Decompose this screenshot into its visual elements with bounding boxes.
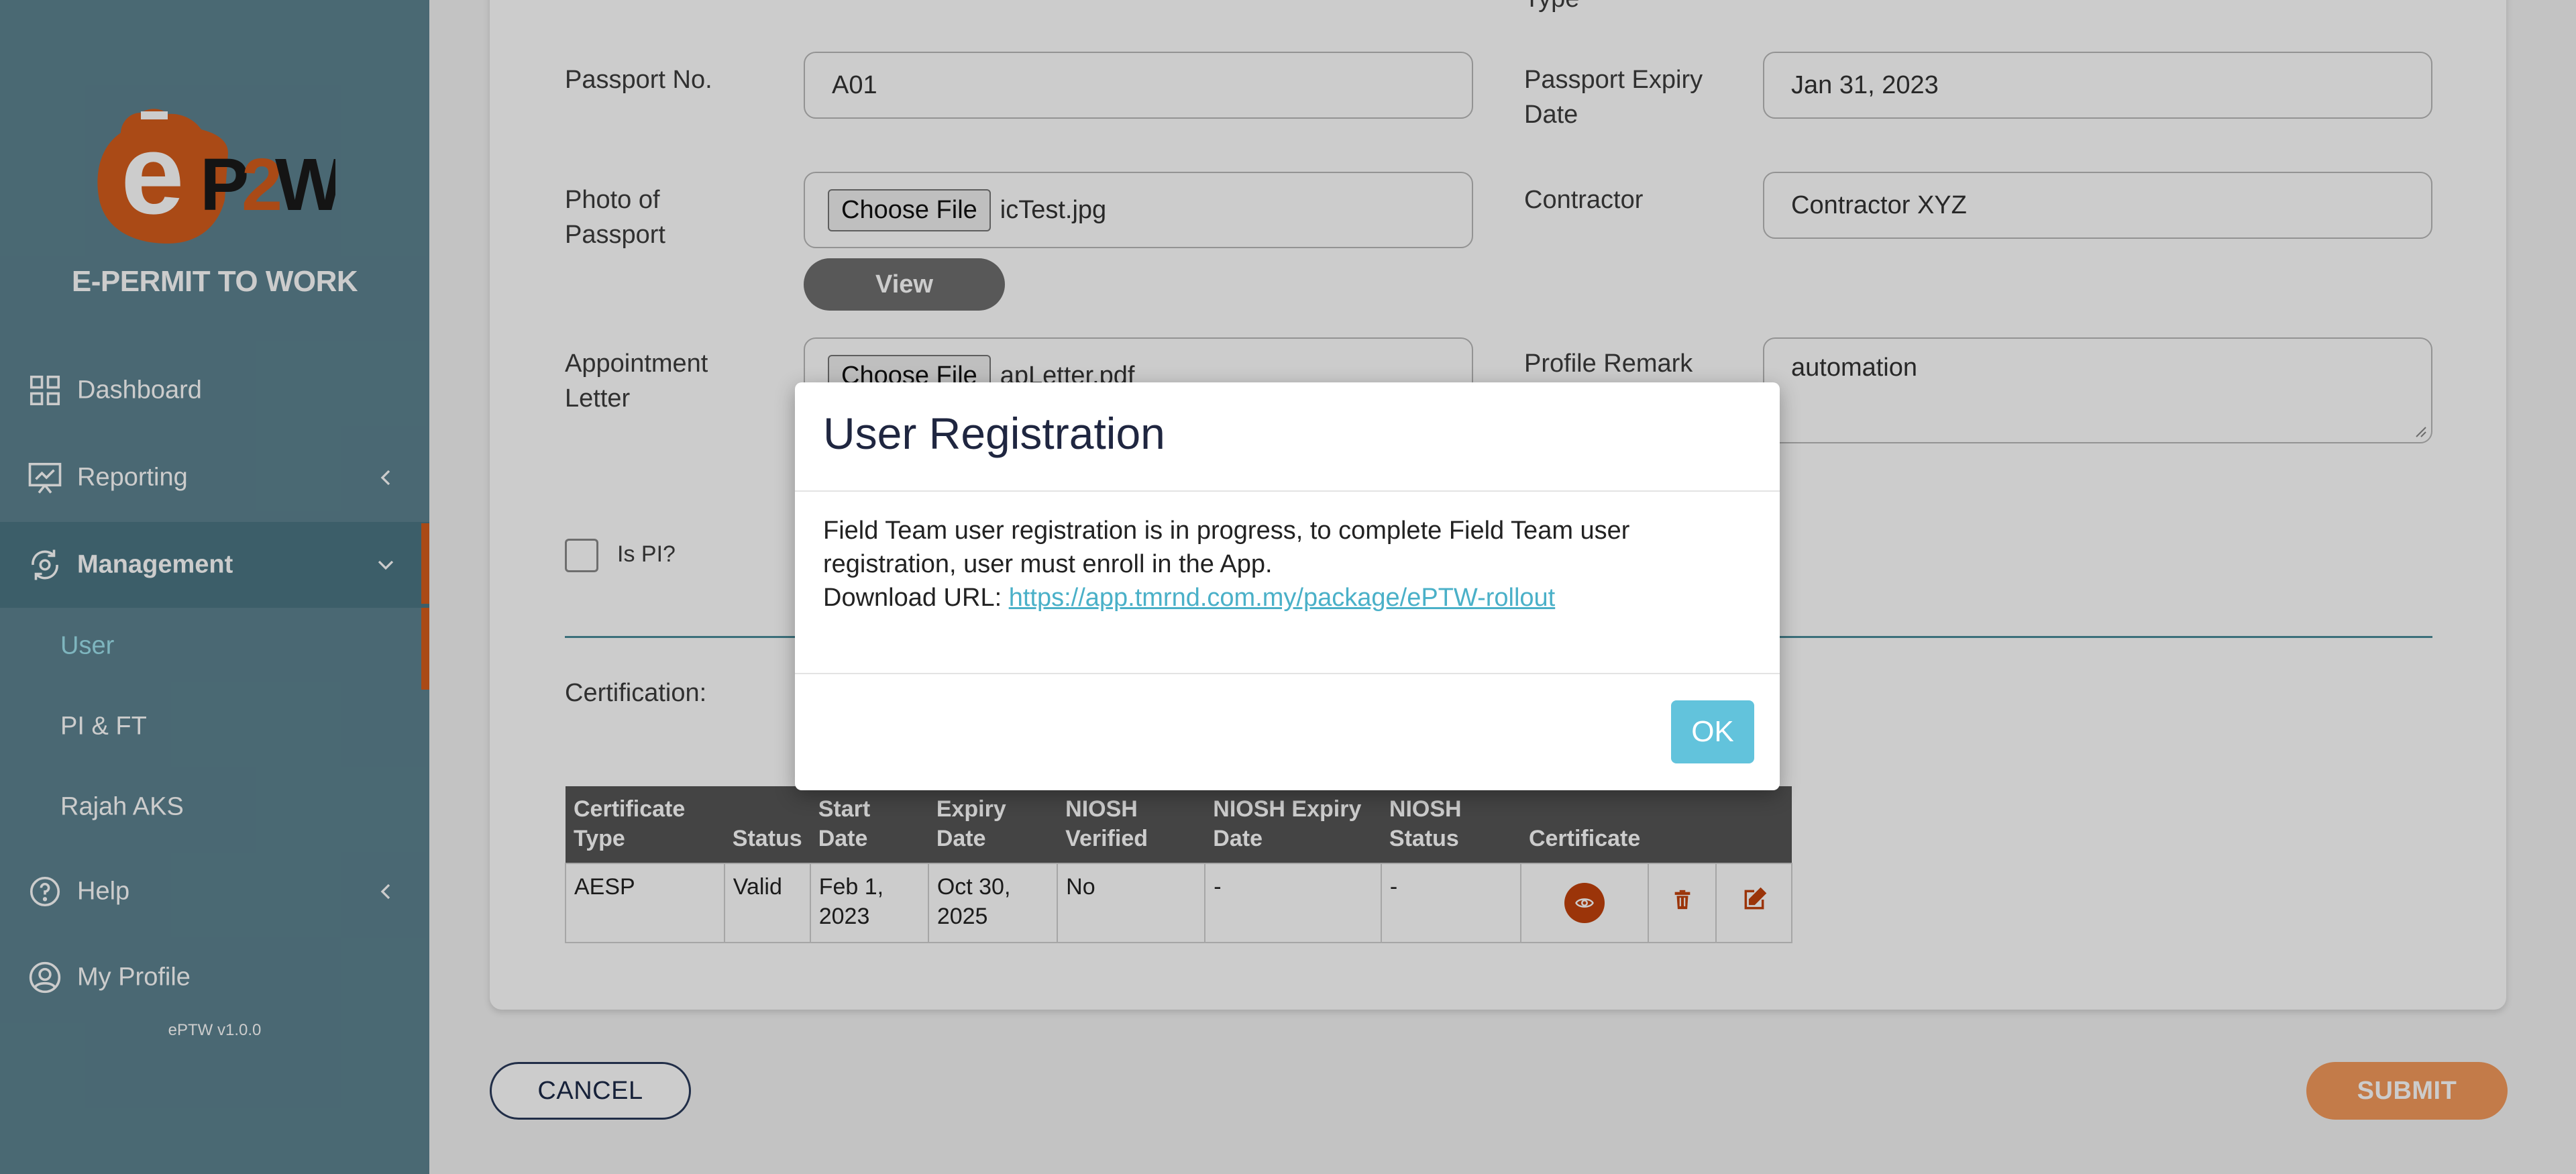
modal-body: Field Team user registration is in progr… xyxy=(823,514,1762,615)
modal-message: Field Team user registration is in progr… xyxy=(823,517,1630,578)
modal-title: User Registration xyxy=(823,409,1165,458)
user-registration-modal: User Registration Field Team user regist… xyxy=(795,382,1780,790)
download-label: Download URL: xyxy=(823,584,1002,612)
modal-footer-divider xyxy=(795,673,1780,674)
download-line: Download URL: https://app.tmrnd.com.my/p… xyxy=(823,581,1762,615)
download-url-link[interactable]: https://app.tmrnd.com.my/package/ePTW-ro… xyxy=(1009,584,1556,612)
ok-button[interactable]: OK xyxy=(1671,700,1754,763)
modal-header-divider xyxy=(795,490,1780,492)
